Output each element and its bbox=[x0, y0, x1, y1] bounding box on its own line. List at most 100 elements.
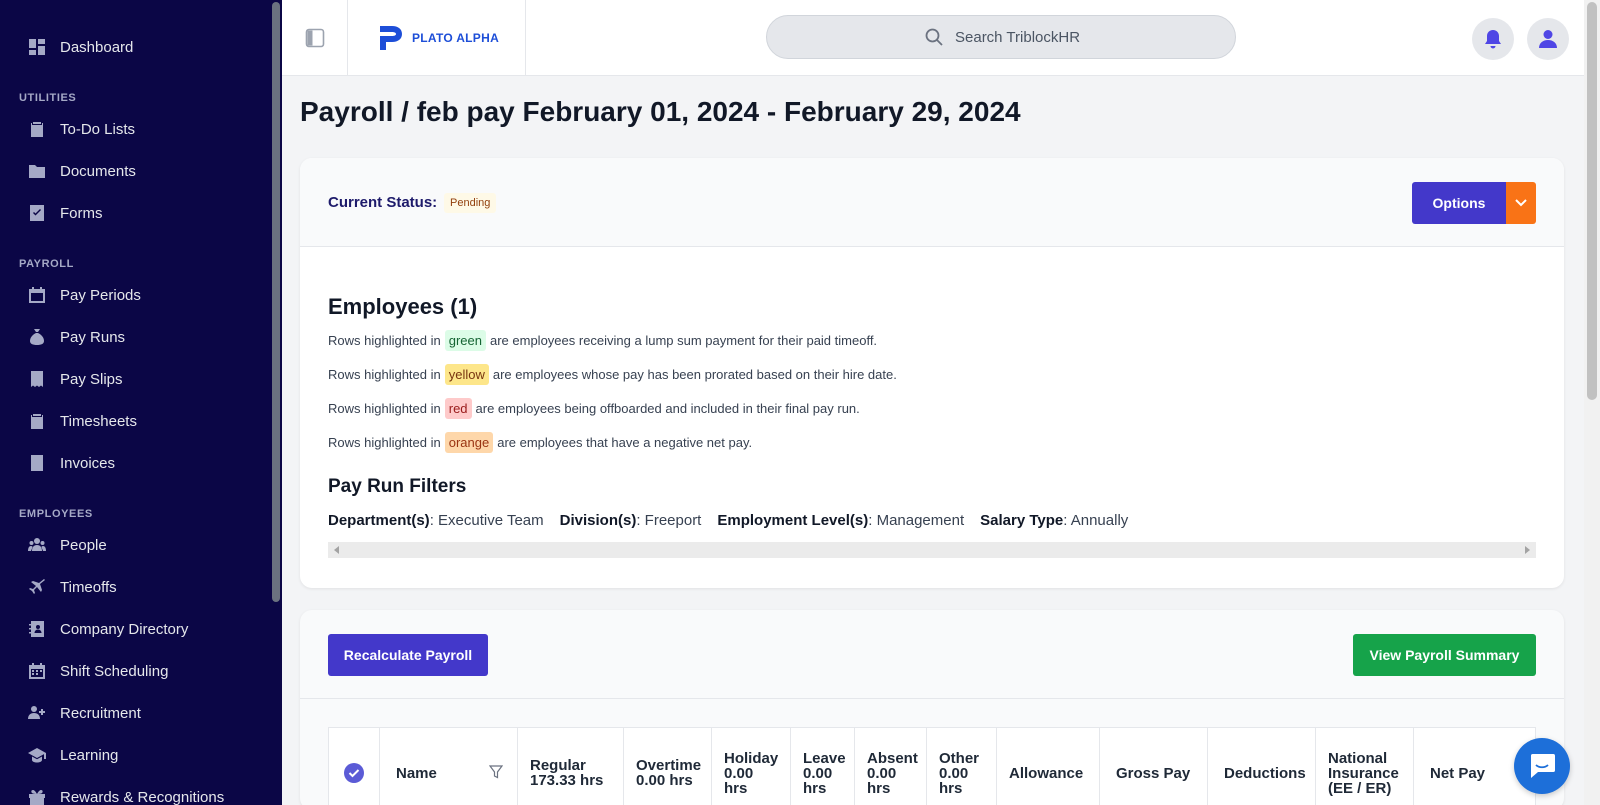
clipboard-icon bbox=[31, 414, 43, 429]
sidebar-item-pay-runs[interactable]: Pay Runs bbox=[28, 322, 125, 352]
sidebar-item-pay-periods[interactable]: Pay Periods bbox=[28, 280, 141, 310]
sidebar-item-pay-slips[interactable]: Pay Slips bbox=[28, 364, 123, 394]
sidebar-scrollbar-thumb[interactable] bbox=[272, 2, 280, 602]
recalculate-payroll-button[interactable]: Recalculate Payroll bbox=[328, 634, 488, 676]
sidebar-item-dashboard[interactable]: Dashboard bbox=[28, 32, 133, 62]
legend-row-red: Rows highlighted in red are employees be… bbox=[328, 398, 860, 419]
form-check-icon bbox=[30, 205, 44, 221]
column-header-name[interactable]: Name bbox=[380, 728, 518, 805]
scroll-right-icon[interactable] bbox=[1525, 546, 1530, 554]
sidebar-toggle-button[interactable] bbox=[282, 0, 348, 75]
header-line: Leave bbox=[803, 749, 846, 767]
sidebar-item-company-directory[interactable]: Company Directory bbox=[28, 614, 188, 644]
filter-value: : Freeport bbox=[636, 512, 702, 529]
select-all-checkbox-icon[interactable] bbox=[343, 762, 365, 784]
column-header-leave[interactable]: Leave 0.00 hrs bbox=[791, 728, 855, 805]
filters-title: Pay Run Filters bbox=[328, 476, 467, 497]
page-scrollbar-thumb[interactable] bbox=[1587, 2, 1597, 400]
column-header-label: Deductions bbox=[1224, 764, 1306, 782]
page-scrollbar[interactable] bbox=[1584, 0, 1600, 805]
header-line: National bbox=[1328, 749, 1388, 767]
sidebar-item-label: Learning bbox=[60, 746, 119, 764]
legend-prefix: Rows highlighted in bbox=[328, 333, 441, 348]
legend-text: are employees receiving a lump sum payme… bbox=[489, 333, 878, 348]
header-line: hrs bbox=[939, 779, 963, 797]
sidebar-item-label: To-Do Lists bbox=[60, 120, 136, 138]
search-input[interactable] bbox=[955, 28, 1155, 46]
invoice-icon bbox=[31, 455, 43, 471]
sidebar-item-todo-lists[interactable]: To-Do Lists bbox=[28, 114, 135, 144]
sidebar-item-label: Documents bbox=[60, 162, 136, 180]
payroll-details-card: Current Status: Pending Options Employee… bbox=[300, 158, 1564, 588]
column-header-label: Other 0.00 hrs bbox=[939, 751, 979, 796]
notifications-button[interactable] bbox=[1472, 18, 1514, 60]
sidebar-item-learning[interactable]: Learning bbox=[28, 740, 118, 770]
options-button[interactable]: Options bbox=[1412, 182, 1506, 224]
column-header-allowance[interactable]: Allowance bbox=[997, 728, 1100, 805]
column-header-other[interactable]: Other 0.00 hrs bbox=[927, 728, 997, 805]
column-header-regular[interactable]: Regular 173.33 hrs bbox=[518, 728, 624, 805]
page-title: Payroll / feb pay February 01, 2024 - Fe… bbox=[300, 96, 1021, 127]
sidebar-item-label: Pay Periods bbox=[60, 286, 141, 304]
user-icon bbox=[1539, 30, 1557, 48]
sidebar-section-payroll: PAYROLL bbox=[19, 258, 74, 270]
sidebar-item-label: Pay Slips bbox=[60, 370, 123, 388]
calendar-icon bbox=[29, 287, 45, 303]
filter-salary-type: Salary Type: Annually bbox=[980, 512, 1128, 529]
header-line: Holiday bbox=[724, 749, 779, 767]
sidebar-item-label: Timeoffs bbox=[60, 578, 117, 596]
sidebar-item-recruitment[interactable]: Recruitment bbox=[28, 698, 141, 728]
logo-text: PLATO ALPHA bbox=[411, 30, 500, 45]
filter-label: Salary Type bbox=[980, 512, 1064, 529]
sidebar-scrollbar[interactable] bbox=[270, 0, 282, 805]
column-header-overtime[interactable]: Overtime 0.00 hrs bbox=[624, 728, 712, 805]
plane-icon bbox=[29, 579, 45, 594]
sidebar-item-documents[interactable]: Documents bbox=[28, 156, 136, 186]
graduation-cap-icon bbox=[28, 748, 46, 763]
filter-employment-level: Employment Level(s): Management bbox=[717, 512, 964, 529]
search-bar[interactable] bbox=[766, 15, 1236, 59]
column-header-deductions[interactable]: Deductions bbox=[1208, 728, 1316, 805]
header-line: Overtime bbox=[636, 757, 702, 774]
column-header-national-insurance[interactable]: National Insurance (EE / ER) bbox=[1316, 728, 1414, 805]
legend-prefix: Rows highlighted in bbox=[328, 435, 441, 450]
clipboard-list-icon bbox=[31, 122, 43, 137]
view-payroll-summary-button[interactable]: View Payroll Summary bbox=[1353, 634, 1536, 676]
column-header-label: National Insurance (EE / ER) bbox=[1328, 751, 1399, 796]
column-header-holiday[interactable]: Holiday 0.00 hrs bbox=[712, 728, 791, 805]
filter-icon[interactable] bbox=[489, 765, 503, 779]
column-header-absent[interactable]: Absent 0.00 hrs bbox=[855, 728, 927, 805]
legend-row-green: Rows highlighted in green are employees … bbox=[328, 330, 877, 351]
sidebar-item-invoices[interactable]: Invoices bbox=[28, 448, 115, 478]
sidebar-item-label: People bbox=[60, 536, 107, 554]
options-dropdown-button[interactable] bbox=[1506, 182, 1536, 224]
sidebar-item-label: Rewards & Recognitions bbox=[60, 788, 225, 805]
header-line: 173.33 hrs bbox=[530, 772, 604, 789]
column-header-gross-pay[interactable]: Gross Pay bbox=[1100, 728, 1208, 805]
user-menu-button[interactable] bbox=[1527, 18, 1569, 60]
filter-label: Employment Level(s) bbox=[717, 512, 869, 529]
sidebar-item-rewards[interactable]: Rewards & Recognitions bbox=[28, 782, 224, 805]
sidebar-item-timeoffs[interactable]: Timeoffs bbox=[28, 572, 117, 602]
sidebar-item-people[interactable]: People bbox=[28, 530, 107, 560]
header-line: Regular bbox=[530, 757, 586, 774]
header-line: hrs bbox=[724, 779, 748, 797]
sidebar-item-label: Pay Runs bbox=[60, 328, 126, 346]
bell-icon bbox=[1485, 30, 1501, 49]
chat-widget-button[interactable] bbox=[1514, 738, 1570, 794]
sidebar-item-shift-scheduling[interactable]: Shift Scheduling bbox=[28, 656, 168, 686]
select-all-cell[interactable] bbox=[329, 728, 380, 805]
logo[interactable]: PLATO ALPHA bbox=[348, 0, 526, 75]
sidebar-item-forms[interactable]: Forms bbox=[28, 198, 103, 228]
sidebar-section-utilities: UTILITIES bbox=[19, 92, 77, 104]
filter-department: Department(s): Executive Team bbox=[328, 512, 544, 529]
scroll-left-icon[interactable] bbox=[334, 546, 339, 554]
plato-logo-icon bbox=[379, 25, 402, 50]
sidebar-section-employees: EMPLOYEES bbox=[19, 508, 93, 520]
sidebar-item-timesheets[interactable]: Timesheets bbox=[28, 406, 137, 436]
filters-horizontal-scrollbar[interactable] bbox=[328, 542, 1536, 558]
header-line: 0.00 bbox=[939, 764, 969, 782]
header-line: 0.00 bbox=[803, 764, 833, 782]
header-line: Insurance bbox=[1328, 764, 1399, 782]
payroll-table: Name Regular 173.33 hrs Overtime 0.00 hrs … bbox=[328, 727, 1536, 805]
